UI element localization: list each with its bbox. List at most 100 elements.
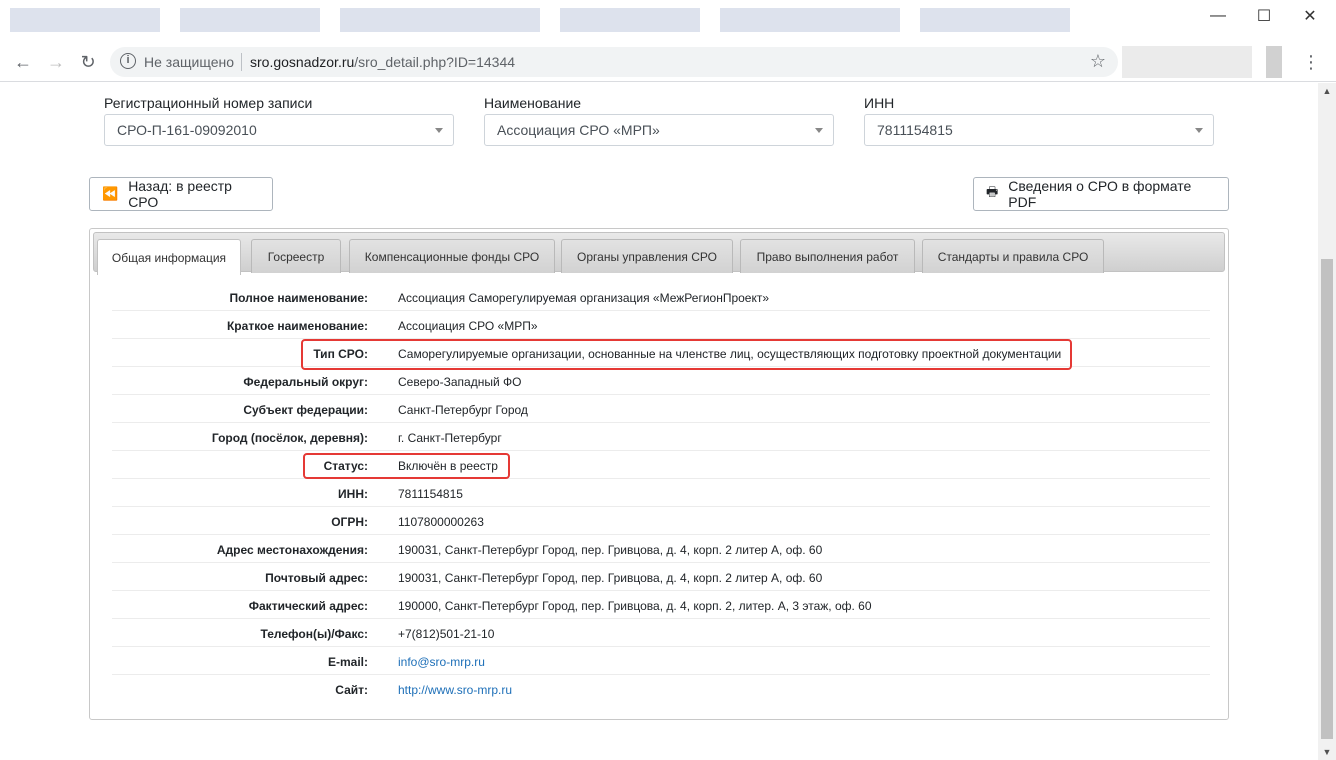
- detail-key: E-mail:: [327, 655, 368, 669]
- name-value: Ассоциация СРО «МРП»: [497, 122, 660, 138]
- detail-row-full-name: Полное наименование: Ассоциация Саморегул…: [112, 283, 1210, 311]
- detail-row-actual-address: Фактический адрес: 190000, Санкт-Петербур…: [112, 591, 1210, 619]
- browser-titlebar: — ☐ ✕: [0, 0, 1336, 38]
- inn-value: 7811154815: [877, 122, 953, 138]
- dropdown-caret-icon: [435, 128, 443, 133]
- blurred-tab[interactable]: [720, 8, 900, 32]
- reload-icon[interactable]: ↻: [75, 50, 101, 74]
- detail-key: Сайт:: [335, 683, 368, 697]
- page-scrollbar[interactable]: ▲ ▼: [1318, 83, 1336, 760]
- detail-value: 1107800000263: [398, 515, 484, 529]
- detail-key: Полное наименование:: [229, 291, 368, 305]
- detail-row-city: Город (посёлок, деревня): г. Санкт-Петерб…: [112, 423, 1210, 451]
- detail-row-federal-district: Федеральный округ: Северо-Западный ФО: [112, 367, 1210, 395]
- detail-key: ИНН:: [338, 487, 368, 501]
- back-button-label: Назад: в реестр СРО: [128, 178, 232, 210]
- page-viewport: Регистрационный номер записи СРО-П-161-0…: [0, 83, 1318, 760]
- detail-row-short-name: Краткое наименование: Ассоциация СРО «МРП…: [112, 311, 1210, 339]
- detail-row-postal-address: Почтовый адрес: 190031, Санкт-Петербург Г…: [112, 563, 1210, 591]
- detail-row-website: Сайт: http://www.sro-mrp.ru: [112, 675, 1210, 703]
- detail-key: Почтовый адрес:: [265, 571, 368, 585]
- tab-standards-rules[interactable]: Стандарты и правила СРО: [922, 239, 1104, 273]
- detail-row-phone: Телефон(ы)/Факс: +7(812)501-21-10: [112, 619, 1210, 647]
- detail-key: Город (посёлок, деревня):: [211, 431, 368, 445]
- inn-select[interactable]: 7811154815: [864, 114, 1214, 146]
- detail-row-status: Статус: Включён в реестр: [112, 451, 1210, 479]
- inn-label: ИНН: [864, 95, 895, 111]
- info-icon[interactable]: i: [120, 53, 136, 69]
- tab-compensation-funds[interactable]: Компенсационные фонды СРО: [349, 239, 555, 273]
- name-label: Наименование: [484, 95, 582, 111]
- website-link[interactable]: http://www.sro-mrp.ru: [398, 683, 512, 697]
- tab-strip: Общая информация Госреестр Компенсационн…: [93, 232, 1225, 275]
- tab-gosreestr[interactable]: Госреестр: [251, 239, 341, 273]
- tab-work-rights[interactable]: Право выполнения работ: [740, 239, 915, 273]
- bookmark-star-icon[interactable]: ☆: [1090, 51, 1106, 72]
- blurred-extensions[interactable]: [1122, 46, 1252, 78]
- maximize-icon[interactable]: ☐: [1240, 0, 1288, 32]
- detail-value: 7811154815: [398, 487, 463, 501]
- detail-row-legal-address: Адрес местонахождения: 190031, Санкт-Пете…: [112, 535, 1210, 563]
- highlight-box-sro-type: [301, 339, 1072, 370]
- blurred-tab[interactable]: [920, 8, 1070, 32]
- scroll-thumb[interactable]: [1321, 259, 1333, 739]
- reg-number-label: Регистрационный номер записи: [104, 95, 313, 111]
- tab-label: Компенсационные фонды СРО: [364, 249, 540, 264]
- menu-icon[interactable]: ⋮: [1298, 50, 1324, 74]
- url-host: sro.gosnadzor.ru: [250, 54, 355, 70]
- blurred-tab[interactable]: [340, 8, 540, 32]
- blurred-tab[interactable]: [560, 8, 700, 32]
- url-text[interactable]: sro.gosnadzor.ru/sro_detail.php?ID=14344: [250, 54, 515, 70]
- tab-label: Госреестр: [267, 249, 325, 264]
- reg-number-value: СРО-П-161-09092010: [117, 122, 257, 138]
- tab-label: Стандарты и правила СРО: [937, 249, 1089, 264]
- detail-key: Телефон(ы)/Факс:: [260, 627, 368, 641]
- pdf-export-button[interactable]: 🖶 Сведения о СРО в формате PDF: [973, 177, 1229, 211]
- detail-key: Субъект федерации:: [243, 403, 368, 417]
- blurred-extension[interactable]: [1266, 46, 1282, 78]
- detail-value: Санкт-Петербург Город: [398, 403, 528, 417]
- url-path: /sro_detail.php?ID=14344: [354, 54, 516, 70]
- dropdown-caret-icon: [1195, 128, 1203, 133]
- detail-value: 190000, Санкт-Петербург Город, пер. Грив…: [398, 599, 872, 613]
- blurred-tab[interactable]: [180, 8, 320, 32]
- detail-row-inn: ИНН: 7811154815: [112, 479, 1210, 507]
- detail-value: Северо-Западный ФО: [398, 375, 522, 389]
- minimize-icon[interactable]: —: [1194, 0, 1242, 32]
- detail-row-email: E-mail: info@sro-mrp.ru: [112, 647, 1210, 675]
- detail-key: ОГРН:: [331, 515, 368, 529]
- detail-value: 190031, Санкт-Петербург Город, пер. Грив…: [398, 543, 823, 557]
- scroll-up-arrow-icon[interactable]: ▲: [1318, 83, 1336, 99]
- dropdown-caret-icon: [815, 128, 823, 133]
- email-link[interactable]: info@sro-mrp.ru: [398, 655, 485, 669]
- back-to-registry-button[interactable]: ⏪ Назад: в реестр СРО: [89, 177, 273, 211]
- back-arrow-icon[interactable]: ←: [10, 50, 36, 74]
- close-icon[interactable]: ✕: [1286, 0, 1334, 32]
- tab-label: Право выполнения работ: [756, 249, 899, 264]
- detail-value: Ассоциация СРО «МРП»: [398, 319, 538, 333]
- address-bar[interactable]: i Не защищено sro.gosnadzor.ru/sro_detai…: [110, 47, 1118, 77]
- detail-key: Адрес местонахождения:: [216, 543, 368, 557]
- blurred-tab[interactable]: [10, 8, 160, 32]
- name-select[interactable]: Ассоциация СРО «МРП»: [484, 114, 834, 146]
- reg-number-select[interactable]: СРО-П-161-09092010: [104, 114, 454, 146]
- detail-value: 190031, Санкт-Петербург Город, пер. Грив…: [398, 571, 823, 585]
- detail-value: г. Санкт-Петербург: [398, 431, 502, 445]
- forward-arrow-icon[interactable]: →: [43, 50, 69, 74]
- detail-value: Ассоциация Саморегулируемая организация …: [398, 291, 770, 305]
- scroll-down-arrow-icon[interactable]: ▼: [1318, 744, 1336, 760]
- tab-governing-bodies[interactable]: Органы управления СРО: [561, 239, 733, 273]
- highlight-box-status: [303, 453, 510, 479]
- tab-label: Органы управления СРО: [577, 249, 717, 264]
- tab-general-info[interactable]: Общая информация: [97, 239, 241, 275]
- address-separator: [241, 53, 242, 71]
- detail-key: Фактический адрес:: [248, 599, 368, 613]
- printer-icon: 🖶: [986, 184, 999, 199]
- detail-row-federal-subject: Субъект федерации: Санкт-Петербург Город: [112, 395, 1210, 423]
- security-label: Не защищено: [144, 54, 234, 70]
- rewind-icon: ⏪: [102, 186, 119, 201]
- detail-row-ogrn: ОГРН: 1107800000263: [112, 507, 1210, 535]
- pdf-button-label: Сведения о СРО в формате PDF: [1008, 178, 1192, 210]
- detail-key: Краткое наименование:: [226, 319, 368, 333]
- detail-value: +7(812)501-21-10: [398, 627, 495, 641]
